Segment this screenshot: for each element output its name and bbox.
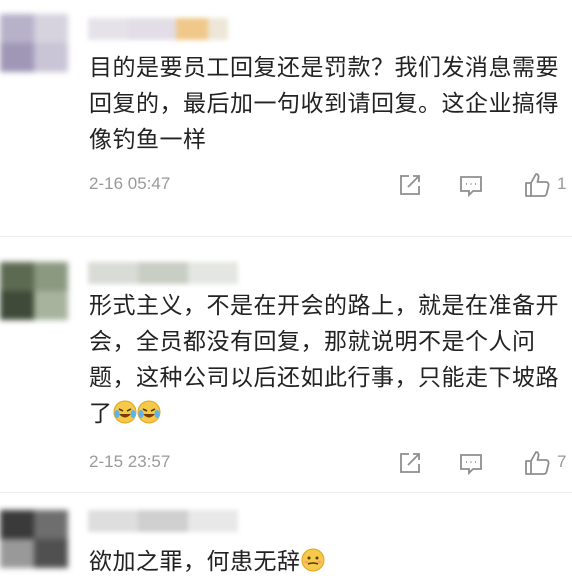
reply-icon[interactable] xyxy=(456,170,486,200)
comment-text: 欲加之罪，何患无辞 xyxy=(89,544,565,583)
avatar[interactable] xyxy=(0,510,68,568)
cry-laugh-emoji xyxy=(113,399,137,435)
cry-laugh-emoji xyxy=(137,399,161,435)
comment-feed: 目的是要员工回复还是罚款？我们发消息需要回复的，最后加一句收到请回复。这企业搞得… xyxy=(0,0,572,588)
reply-icon[interactable] xyxy=(456,448,486,478)
avatar[interactable] xyxy=(0,262,68,320)
timestamp: 2-16 05:47 xyxy=(89,174,171,193)
like-count: 7 xyxy=(557,452,567,471)
divider xyxy=(0,236,572,237)
username[interactable] xyxy=(88,510,238,532)
share-icon[interactable] xyxy=(395,448,425,478)
comment-text: 形式主义，不是在开会的路上，就是在准备开会，全员都没有回复，那就说明不是个人问题… xyxy=(89,288,565,435)
avatar[interactable] xyxy=(0,14,68,72)
like-icon[interactable] xyxy=(522,448,552,478)
share-icon[interactable] xyxy=(395,170,425,200)
username[interactable] xyxy=(88,262,238,284)
like-icon[interactable] xyxy=(522,170,552,200)
timestamp: 2-15 23:57 xyxy=(89,452,171,471)
username[interactable] xyxy=(88,18,228,40)
comment-meta: 2-15 23:57 7 xyxy=(0,448,572,478)
comment-text: 目的是要员工回复还是罚款？我们发消息需要回复的，最后加一句收到请回复。这企业搞得… xyxy=(89,55,559,153)
divider xyxy=(0,492,572,493)
like-count: 1 xyxy=(557,174,567,193)
awkward-smile-emoji xyxy=(301,547,325,583)
comment-meta: 2-16 05:47 1 xyxy=(0,170,572,200)
